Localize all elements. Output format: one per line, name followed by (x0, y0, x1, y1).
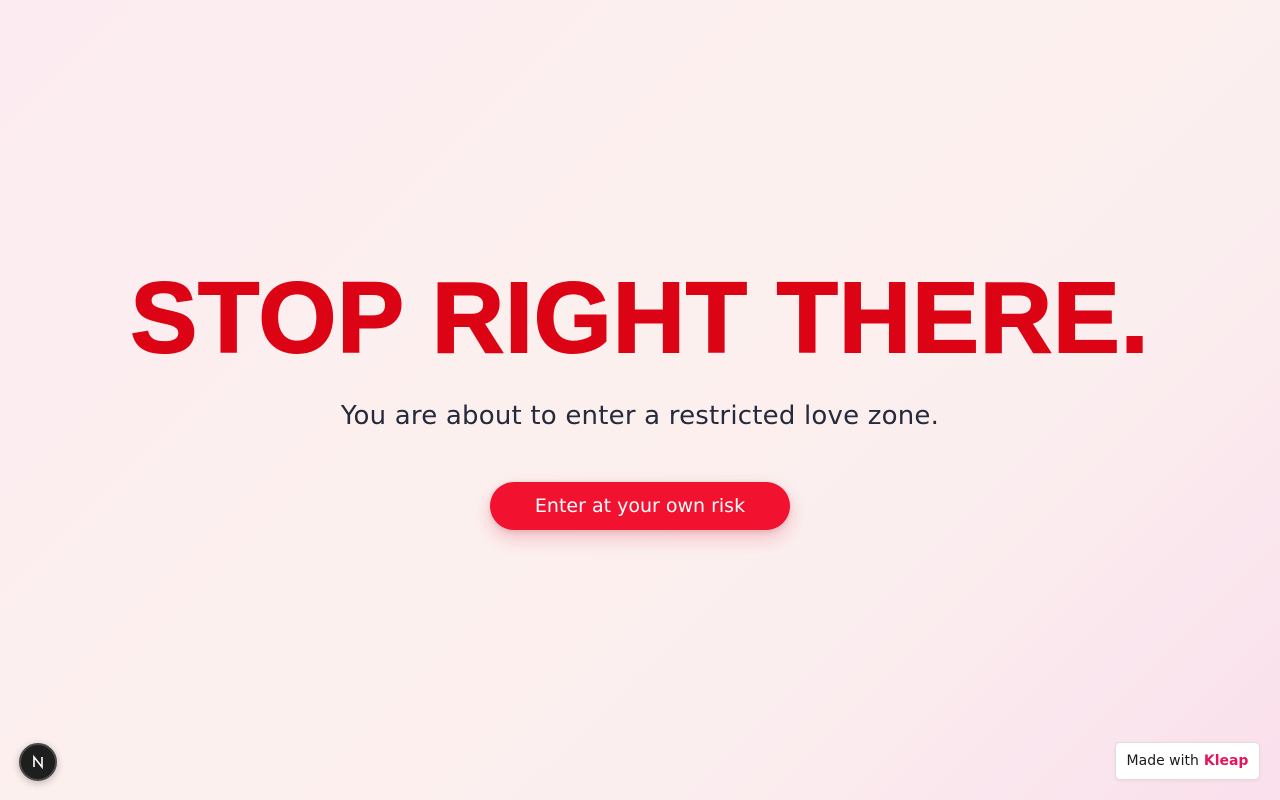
made-with-label: Made with (1126, 753, 1199, 769)
nextjs-logo-icon (30, 754, 46, 770)
page-headline: STOP RIGHT THERE. (129, 261, 1150, 375)
made-with-kleap-badge[interactable]: Made with Kleap (1115, 742, 1260, 780)
page-subtitle: You are about to enter a restricted love… (340, 401, 940, 431)
nextjs-dev-indicator-button[interactable] (19, 743, 57, 781)
enter-button[interactable]: Enter at your own risk (490, 482, 790, 530)
hero-section: STOP RIGHT THERE. You are about to enter… (0, 0, 1280, 800)
kleap-brand-label: Kleap (1203, 753, 1249, 769)
